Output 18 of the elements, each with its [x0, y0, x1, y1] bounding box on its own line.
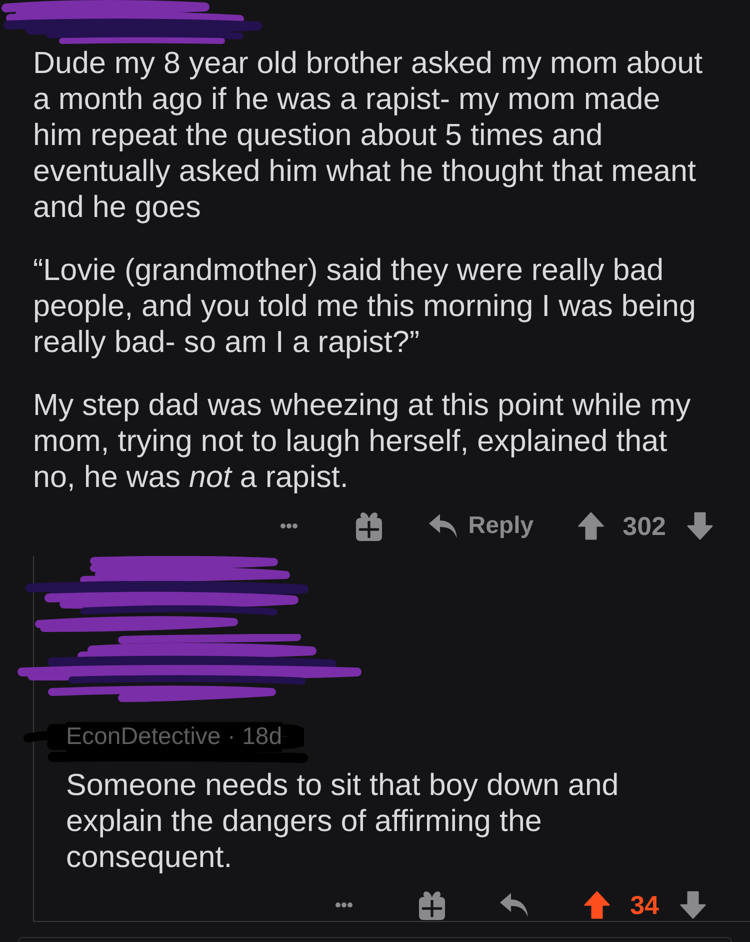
- downvote-arrow-icon[interactable]: [680, 891, 706, 919]
- gift-icon[interactable]: [355, 511, 384, 541]
- more-icon[interactable]: [335, 902, 354, 908]
- reply-icon: [428, 513, 458, 539]
- downvote-arrow-icon[interactable]: [687, 512, 713, 540]
- more-icon[interactable]: [280, 523, 298, 529]
- comment-text: Dude my 8 year old brother asked my mom about a month ago if he was a rapist- my mom made him repeat the question about 5 times and eventually asked him what he thought that meant and he goes: [33, 45, 704, 225]
- reply-text: Someone needs to sit that boy down and explain the dangers of affirming the consequent.: [66, 767, 620, 875]
- vote-score: 302: [622, 510, 666, 542]
- upvote-arrow-icon[interactable]: [584, 891, 610, 919]
- reply-byline: EconDetective · 18d: [66, 722, 282, 752]
- reply-icon[interactable]: [499, 892, 530, 918]
- vote-score: 34: [630, 890, 659, 920]
- upvote-arrow-icon[interactable]: [578, 512, 604, 540]
- comment-text: My step dad was wheezing at this point while my mom, trying not to laugh herself, explained that no, he was not a rapist.: [33, 387, 692, 495]
- comment-text: “Lovie (grandmother) said they were really bad people, and you told me this morning I was being really bad- so am I a rapist?”: [33, 252, 697, 360]
- reply-button[interactable]: Reply: [428, 512, 534, 540]
- gift-icon[interactable]: [418, 890, 446, 920]
